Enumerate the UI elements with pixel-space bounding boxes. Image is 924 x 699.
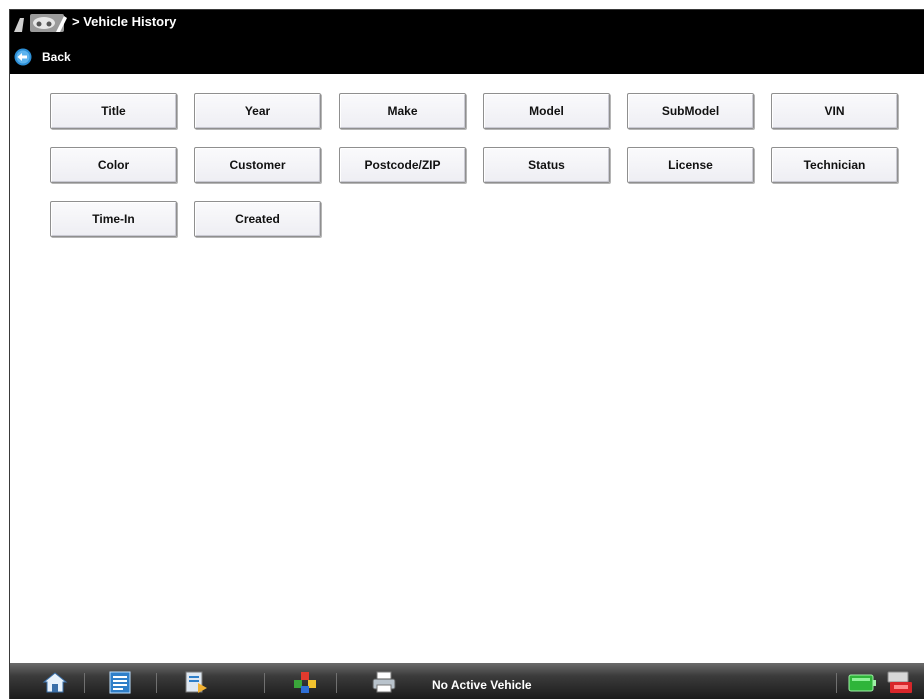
back-button[interactable]: Back bbox=[14, 46, 71, 68]
app-window: > Vehicle History Back Title Year Make M… bbox=[9, 9, 924, 699]
modules-icon bbox=[294, 672, 316, 693]
field-button-customer[interactable]: Customer bbox=[194, 147, 321, 183]
taskbar: No Active Vehicle bbox=[10, 663, 924, 699]
field-button-year[interactable]: Year bbox=[194, 93, 321, 129]
data-button[interactable] bbox=[105, 669, 135, 695]
field-button-technician[interactable]: Technician bbox=[771, 147, 898, 183]
field-button-title[interactable]: Title bbox=[50, 93, 177, 129]
field-button-status[interactable]: Status bbox=[483, 147, 610, 183]
field-button-model[interactable]: Model bbox=[483, 93, 610, 129]
power-button[interactable] bbox=[884, 669, 916, 695]
back-label: Back bbox=[42, 50, 71, 64]
field-button-submodel[interactable]: SubModel bbox=[627, 93, 754, 129]
data-icon bbox=[109, 671, 131, 694]
field-button-vin[interactable]: VIN bbox=[771, 93, 898, 129]
print-button[interactable] bbox=[369, 669, 399, 695]
field-button-time-in[interactable]: Time-In bbox=[50, 201, 177, 237]
field-button-created[interactable]: Created bbox=[194, 201, 321, 237]
battery-status[interactable] bbox=[846, 669, 878, 695]
field-button-color[interactable]: Color bbox=[50, 147, 177, 183]
taskbar-separator bbox=[264, 673, 265, 693]
home-icon bbox=[42, 672, 68, 693]
shop-button[interactable] bbox=[180, 669, 210, 695]
battery-icon bbox=[848, 674, 876, 692]
breadcrumb: > Vehicle History bbox=[72, 14, 177, 29]
taskbar-separator bbox=[156, 673, 157, 693]
taskbar-separator bbox=[84, 673, 85, 693]
vehicle-icon bbox=[14, 14, 67, 32]
taskbar-separator bbox=[836, 673, 837, 693]
field-button-license[interactable]: License bbox=[627, 147, 754, 183]
active-vehicle-status: No Active Vehicle bbox=[432, 678, 532, 692]
taskbar-separator bbox=[336, 673, 337, 693]
field-button-postcode-zip[interactable]: Postcode/ZIP bbox=[339, 147, 466, 183]
home-button[interactable] bbox=[40, 669, 70, 695]
shop-icon bbox=[185, 671, 207, 693]
title-bar: > Vehicle History Back bbox=[10, 10, 924, 74]
print-icon bbox=[372, 671, 396, 693]
power-icon bbox=[887, 671, 912, 693]
field-button-make[interactable]: Make bbox=[339, 93, 466, 129]
modules-button[interactable] bbox=[290, 669, 320, 695]
back-arrow-icon bbox=[14, 48, 32, 66]
